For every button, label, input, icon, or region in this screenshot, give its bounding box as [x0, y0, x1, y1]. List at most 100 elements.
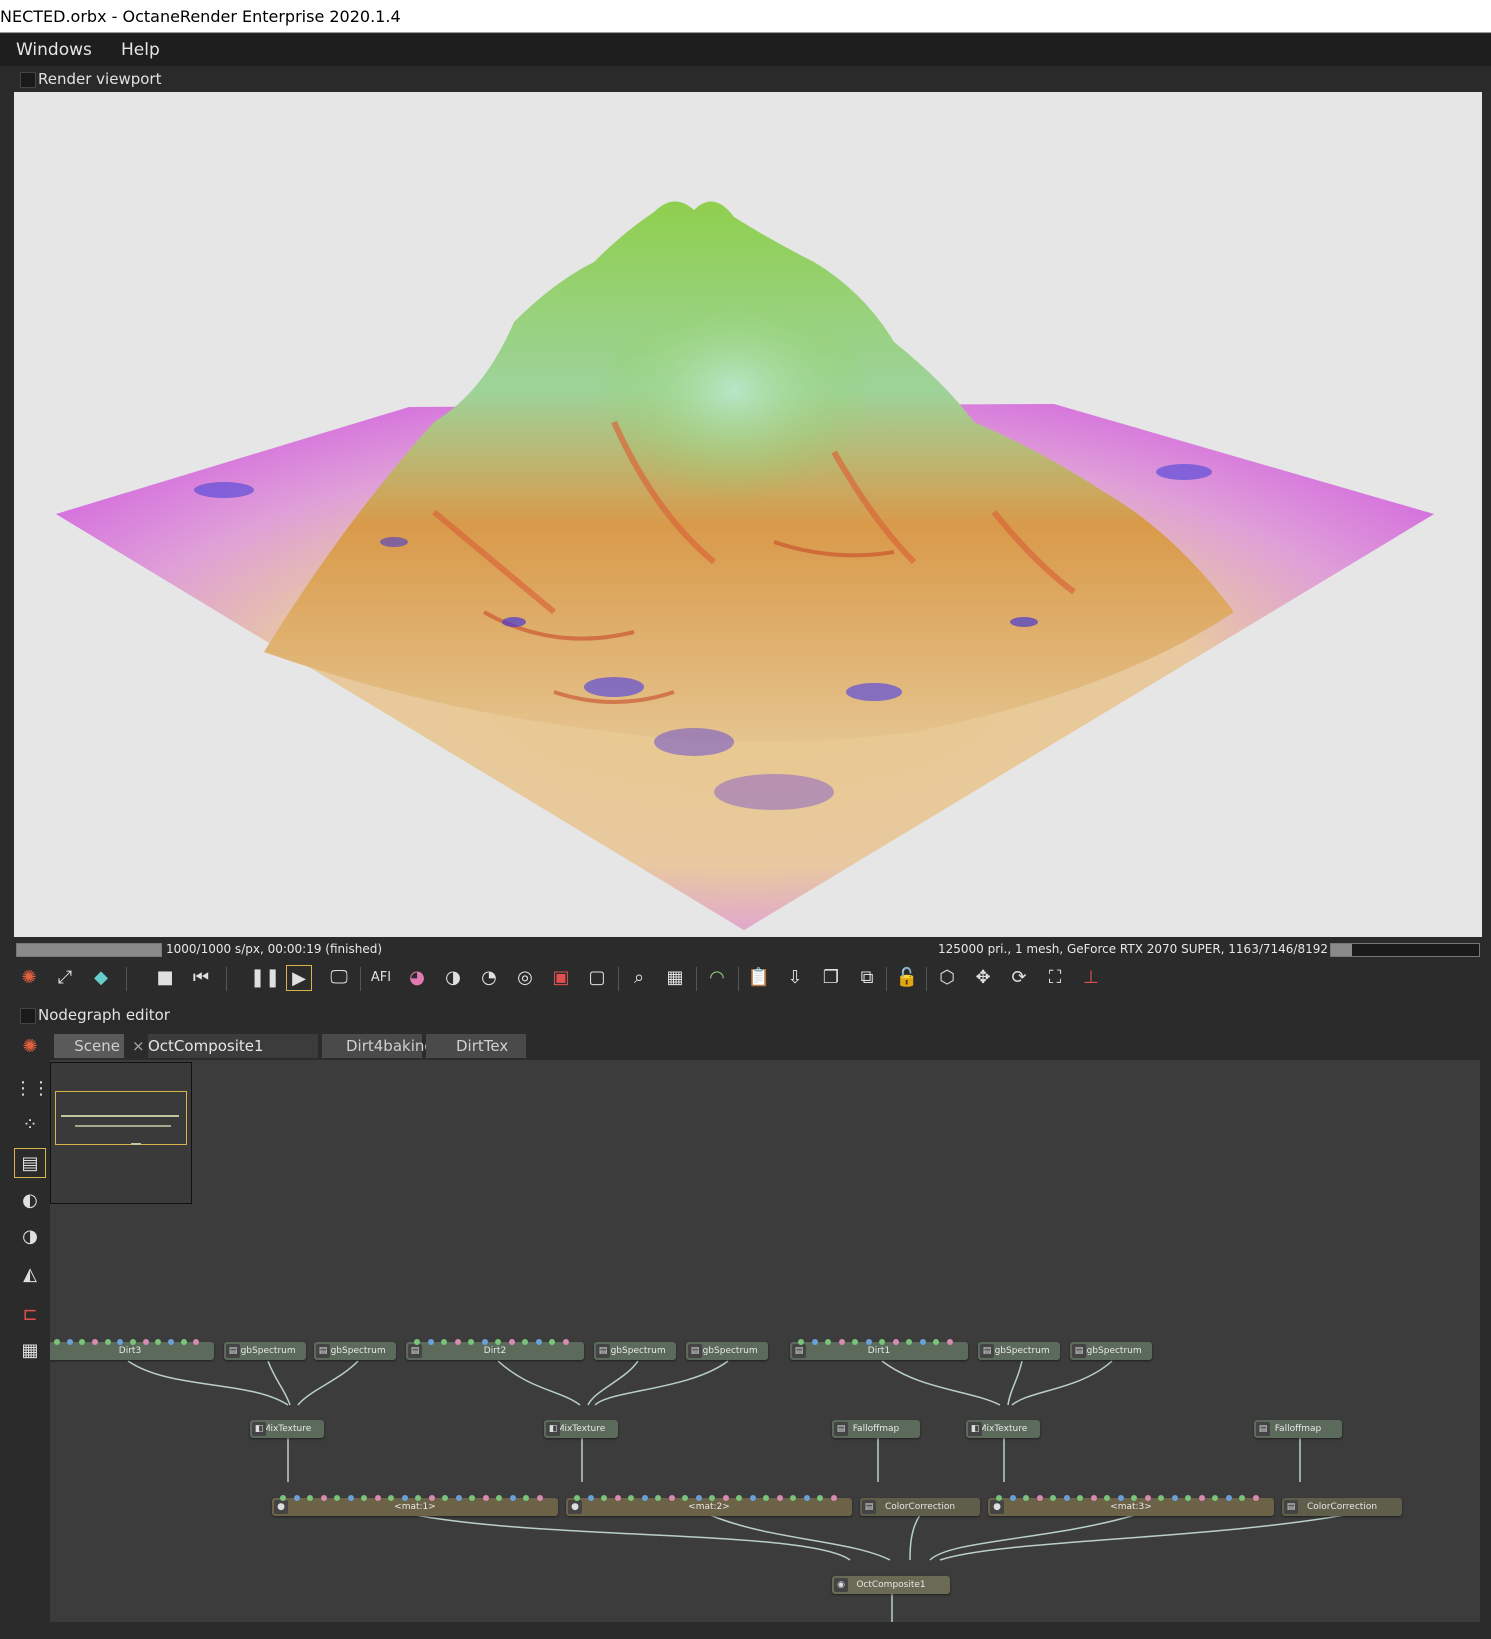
axis-icon[interactable]: ⊥ — [1078, 965, 1104, 991]
render-viewport[interactable] — [14, 92, 1482, 937]
node-input-pin[interactable] — [536, 1495, 543, 1501]
node-input-pin[interactable] — [838, 1339, 845, 1345]
node-input-pin[interactable] — [388, 1495, 394, 1501]
node-input-pin[interactable] — [1198, 1495, 1205, 1501]
fit-icon[interactable]: ⤢ — [52, 965, 78, 991]
node-rgbspectrum-1[interactable]: ▤ RgbSpectrum — [224, 1342, 306, 1360]
node-input-pin[interactable] — [455, 1495, 462, 1501]
node-input-pin[interactable] — [482, 1495, 489, 1501]
node-input-pin[interactable] — [168, 1339, 174, 1345]
node-octcomposite1[interactable]: ◉ OctComposite1 — [832, 1576, 950, 1594]
node-mat-1[interactable]: ● <mat:1> — [272, 1495, 558, 1516]
node-mixtexture-2[interactable]: ◧ MixTexture — [544, 1420, 618, 1438]
octane-logo-icon[interactable]: ✺ — [14, 1032, 46, 1062]
node-dirt2[interactable]: ▤ Dirt2 — [406, 1339, 584, 1360]
nodegraph-canvas[interactable]: Dirt3 ▤ RgbSpectrum ▤ RgbSpectrum ▤ Dirt2 ▤… — [50, 1060, 1480, 1622]
clipboard-icon[interactable]: 📋 — [746, 965, 772, 991]
node-input-pin[interactable] — [468, 1339, 474, 1345]
node-mat-2[interactable]: ● <mat:2> — [566, 1495, 852, 1516]
stop-icon[interactable]: ■ — [152, 965, 178, 991]
lock-icon[interactable]: 🔓 — [894, 965, 920, 991]
node-input-pin[interactable] — [933, 1339, 939, 1345]
node-input-pin[interactable] — [441, 1339, 447, 1345]
texture-node-icon[interactable]: ◑ — [14, 1222, 46, 1252]
node-input-pin[interactable] — [879, 1339, 885, 1345]
tab-octcomposite1[interactable]: OctComposite1 — [148, 1034, 318, 1058]
node-input-pin[interactable] — [130, 1339, 136, 1345]
node-input-pin[interactable] — [817, 1495, 823, 1501]
checker-icon[interactable]: ▦ — [662, 965, 688, 991]
minimap-toggle-icon[interactable]: ▤ — [14, 1148, 46, 1178]
node-input-pin[interactable] — [481, 1339, 488, 1345]
node-input-pin[interactable] — [865, 1339, 872, 1345]
focus-picker-icon[interactable]: ◔ — [476, 965, 502, 991]
node-input-pin[interactable] — [668, 1495, 675, 1501]
node-input-pin[interactable] — [523, 1495, 529, 1501]
node-input-pin[interactable] — [334, 1495, 340, 1501]
node-input-pin[interactable] — [1212, 1495, 1218, 1501]
node-input-pin[interactable] — [66, 1339, 73, 1345]
monitor-icon[interactable]: 🖵 — [326, 965, 352, 991]
node-input-pin[interactable] — [655, 1495, 661, 1501]
node-input-pin[interactable] — [442, 1495, 448, 1501]
octane-logo-icon[interactable]: ✺ — [16, 965, 42, 991]
node-input-pin[interactable] — [427, 1339, 434, 1345]
node-input-pin[interactable] — [695, 1495, 702, 1501]
node-input-pin[interactable] — [320, 1495, 327, 1501]
node-input-pin[interactable] — [1036, 1495, 1043, 1501]
node-input-pin[interactable] — [469, 1495, 475, 1501]
nodegraph-editor-checkbox[interactable] — [20, 1008, 36, 1024]
tab-close-icon[interactable]: × — [132, 1034, 145, 1058]
node-input-pin[interactable] — [1225, 1495, 1232, 1501]
white-balance-icon[interactable]: ◎ — [512, 965, 538, 991]
node-input-pin[interactable] — [1131, 1495, 1137, 1501]
tab-scene[interactable]: Scene — [54, 1034, 124, 1058]
node-falloffmap-2[interactable]: ▤ Falloffmap — [1254, 1420, 1342, 1438]
node-input-pin[interactable] — [180, 1339, 187, 1345]
node-input-pin[interactable] — [830, 1495, 837, 1501]
node-input-pin[interactable] — [1144, 1495, 1151, 1501]
afi-icon[interactable]: AFI — [368, 965, 394, 991]
node-input-pin[interactable] — [1090, 1495, 1097, 1501]
node-input-pin[interactable] — [601, 1495, 607, 1501]
node-input-pin[interactable] — [628, 1495, 634, 1501]
node-input-pin[interactable] — [682, 1495, 688, 1501]
node-input-pin[interactable] — [104, 1339, 111, 1345]
node-rgbspectrum-2[interactable]: ▤ RgbSpectrum — [314, 1342, 396, 1360]
material-node-icon[interactable]: ◐ — [14, 1186, 46, 1216]
node-input-pin[interactable] — [155, 1339, 162, 1345]
node-colorcorrection-2[interactable]: ▤ ColorCorrection — [1282, 1498, 1402, 1516]
tab-dirttex[interactable]: DirtTex — [426, 1034, 526, 1058]
node-input-pin[interactable] — [641, 1495, 648, 1501]
node-rgbspectrum-4[interactable]: ▤ RgbSpectrum — [686, 1342, 768, 1360]
node-input-pin[interactable] — [614, 1495, 621, 1501]
node-input-pin[interactable] — [892, 1339, 899, 1345]
arrange-nodes-icon[interactable]: ⋮⋮ — [14, 1074, 50, 1104]
menu-windows[interactable]: Windows — [16, 40, 92, 60]
node-mixtexture-1[interactable]: ◧ MixTexture — [250, 1420, 324, 1438]
node-input-pin[interactable] — [549, 1339, 555, 1345]
node-input-pin[interactable] — [401, 1495, 408, 1501]
node-input-pin[interactable] — [307, 1495, 313, 1501]
restart-icon[interactable]: ⏮ — [188, 965, 214, 991]
arrange-selected-icon[interactable]: ⁘ — [14, 1110, 46, 1140]
node-input-pin[interactable] — [1023, 1495, 1029, 1501]
node-input-pin[interactable] — [428, 1495, 435, 1501]
node-input-pin[interactable] — [562, 1339, 569, 1345]
node-input-pin[interactable] — [803, 1495, 810, 1501]
node-input-pin[interactable] — [1239, 1495, 1245, 1501]
layers-icon[interactable]: ❐ — [818, 965, 844, 991]
speedometer-icon[interactable]: ◠ — [704, 965, 730, 991]
node-input-pin[interactable] — [1104, 1495, 1110, 1501]
node-input-pin[interactable] — [374, 1495, 381, 1501]
node-input-pin[interactable] — [996, 1495, 1002, 1501]
node-input-pin[interactable] — [811, 1339, 818, 1345]
node-mixtexture-3[interactable]: ◧ MixTexture — [966, 1420, 1040, 1438]
node-input-pin[interactable] — [415, 1495, 421, 1501]
node-input-pin[interactable] — [414, 1339, 420, 1345]
color-wheel-icon[interactable]: ◕ — [404, 965, 430, 991]
node-input-pin[interactable] — [347, 1495, 354, 1501]
node-input-pin[interactable] — [919, 1339, 926, 1345]
snap-icon[interactable]: ⊏ — [14, 1300, 46, 1330]
geometry-node-icon[interactable]: ◭ — [14, 1260, 46, 1290]
